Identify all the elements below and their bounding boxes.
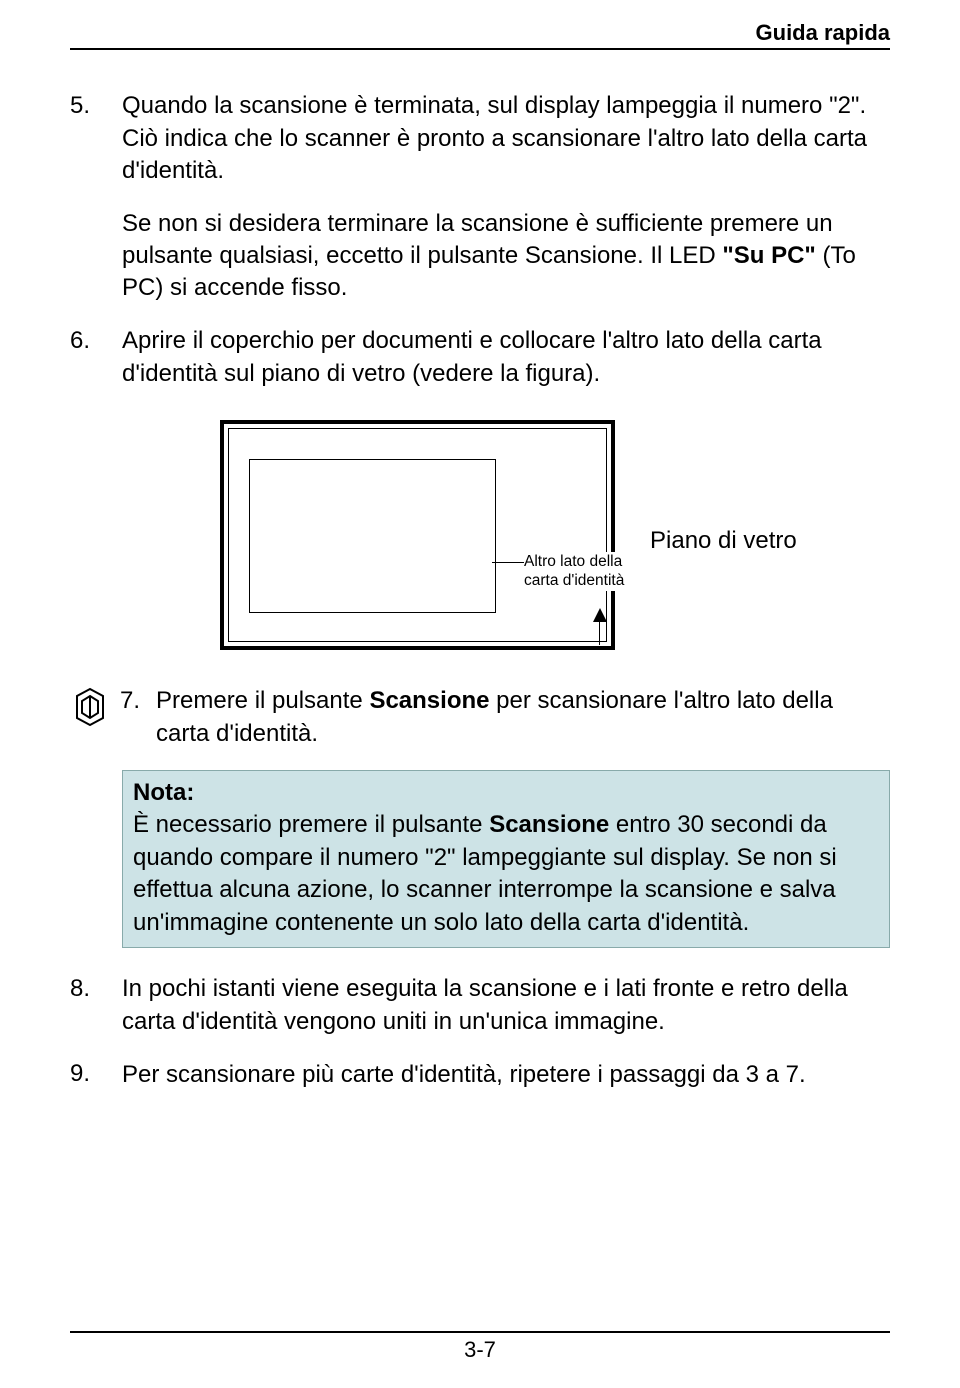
scan-button-icon <box>70 687 110 727</box>
step-5-continuation: Se non si desidera terminare la scansion… <box>122 208 890 305</box>
step-8-number: 8. <box>70 973 90 1005</box>
diagram-arrow-head <box>593 608 607 622</box>
step-9-text: Per scansionare più carte d'identità, ri… <box>122 1059 890 1091</box>
page-footer: 3-7 <box>70 1331 890 1363</box>
note-title: Nota: <box>133 777 879 809</box>
step-6: 6. Aprire il coperchio per documenti e c… <box>70 325 890 390</box>
step-9-number: 9. <box>70 1058 90 1090</box>
step-5-number: 5. <box>70 90 90 122</box>
step-7: 7. Premere il pulsante Scansione per sca… <box>120 685 890 750</box>
step-6-number: 6. <box>70 325 90 357</box>
diagram-glass-label: Piano di vetro <box>650 525 797 557</box>
diagram-arrow-line <box>599 621 600 645</box>
step-7-row: 7. Premere il pulsante Scansione per sca… <box>70 685 890 750</box>
diagram-row: Altro lato della carta d'identità Piano … <box>70 420 890 650</box>
page-header: Guida rapida <box>70 20 890 50</box>
scanner-diagram: Altro lato della carta d'identità <box>220 420 615 650</box>
step-7-text-a: Premere il pulsante <box>156 687 369 714</box>
diagram-card-label: Altro lato della carta d'identità <box>524 552 644 591</box>
note-body: È necessario premere il pulsante Scansio… <box>133 809 879 939</box>
page-number: 3-7 <box>464 1337 496 1362</box>
step-8: 8. In pochi istanti viene eseguita la sc… <box>70 973 890 1038</box>
note-text-a: È necessario premere il pulsante <box>133 811 489 838</box>
note-box: Nota: È necessario premere il pulsante S… <box>122 770 890 948</box>
step-5b-bold: "Su PC" <box>722 242 815 269</box>
step-6-text: Aprire il coperchio per documenti e coll… <box>122 325 890 390</box>
step-8-text: In pochi istanti viene eseguita la scans… <box>122 973 890 1038</box>
step-7-number: 7. <box>120 687 140 714</box>
step-9: 9. Per scansionare più carte d'identità,… <box>70 1058 890 1091</box>
step-7-bold: Scansione <box>369 687 489 714</box>
step-5: 5. Quando la scansione è terminata, sul … <box>70 90 890 188</box>
step-5-text: Quando la scansione è terminata, sul dis… <box>122 90 890 187</box>
diagram-id-card <box>249 459 496 613</box>
note-bold: Scansione <box>489 811 609 838</box>
page: Guida rapida 5. Quando la scansione è te… <box>0 0 960 1388</box>
header-title: Guida rapida <box>756 20 890 45</box>
